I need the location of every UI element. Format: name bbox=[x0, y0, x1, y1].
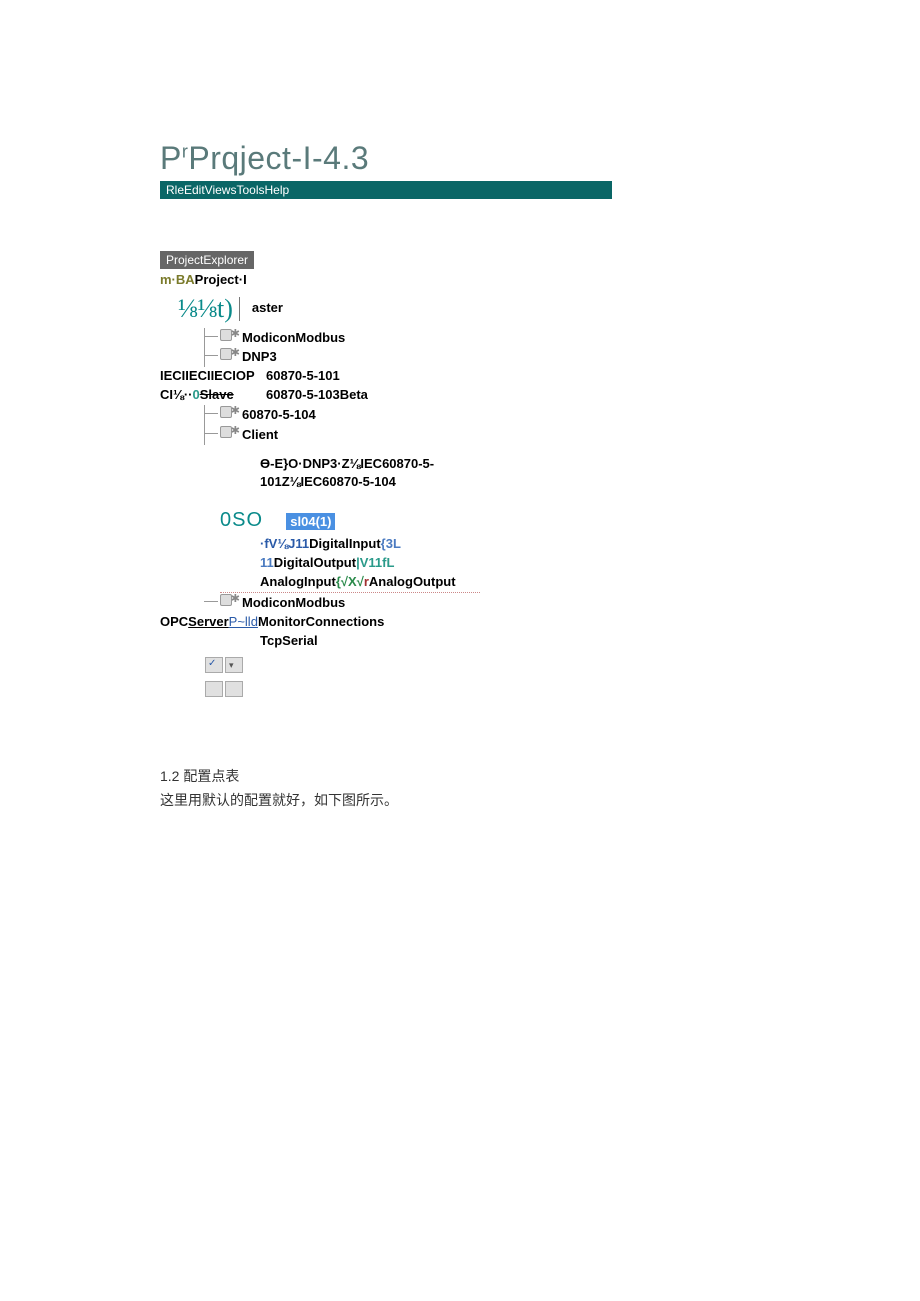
ai-suf: {√X√ bbox=[336, 574, 364, 589]
opc-b: Server bbox=[188, 614, 228, 629]
analog-input-row[interactable]: AnalogInput{√X√rAnalogOutput bbox=[260, 573, 420, 592]
do-suf: |V11fL bbox=[356, 555, 394, 570]
opc-link: P~lld bbox=[229, 614, 258, 629]
sl04-highlight: sl04(1) bbox=[286, 513, 335, 530]
tcp-label: TcpSerial bbox=[260, 633, 318, 648]
ai: AnalogInput bbox=[260, 574, 336, 589]
opc-server-row[interactable]: OPCServerP~lldMonitorConnections bbox=[160, 613, 360, 632]
opc-a: OPC bbox=[160, 614, 188, 629]
box-icon[interactable] bbox=[205, 681, 223, 697]
iec-left: IECIIECIIECIOP bbox=[160, 367, 266, 386]
oso-label: 0SO bbox=[220, 509, 263, 531]
project-tree: m·BAProject·I ⅛⅛t) aster ModiconModbus D… bbox=[160, 271, 760, 704]
di-suf2: L bbox=[393, 536, 401, 551]
dnp3-label: DNP3 bbox=[242, 349, 277, 364]
iec-104: 60870-5-104 bbox=[242, 407, 316, 422]
do-pre: 11 bbox=[260, 555, 274, 570]
box-icon[interactable] bbox=[225, 681, 243, 697]
tree-item-iec-103[interactable]: CI⅛··0Slave 60870-5-103Beta bbox=[160, 386, 760, 405]
gear-icon bbox=[220, 347, 238, 361]
gear-icon bbox=[220, 593, 238, 607]
di-pre: ·fV⅛J11 bbox=[260, 536, 309, 551]
tree-item-modicon-2[interactable]: ModiconModbus bbox=[220, 592, 480, 613]
root-accent: BA bbox=[176, 271, 195, 290]
title-rest: Prqject-I-4.3 bbox=[188, 140, 369, 176]
master-label: aster bbox=[252, 299, 283, 318]
tree-root[interactable]: m·BAProject·I bbox=[160, 271, 760, 290]
section-heading: 1.2 配置点表 bbox=[160, 764, 760, 789]
gear-icon bbox=[220, 328, 238, 342]
root-pre: m· bbox=[160, 271, 176, 290]
project-explorer-label: ProjectExplorer bbox=[160, 251, 254, 269]
gear-icon bbox=[220, 405, 238, 419]
client-label: Client bbox=[242, 427, 278, 442]
toolbar-icons bbox=[160, 656, 760, 704]
theta-line: Ɵ-E}O·DNP3·Z⅛IEC60870-5-101Z⅛IEC60870-5-… bbox=[160, 455, 450, 493]
gear-icon bbox=[220, 425, 238, 439]
frac-label: ⅛⅛t) bbox=[178, 290, 233, 328]
root-name: Project·I bbox=[195, 271, 247, 290]
oso-row[interactable]: 0SO sl04(1) bbox=[160, 506, 760, 535]
tree-master-row[interactable]: ⅛⅛t) aster bbox=[160, 290, 760, 328]
tree-item-iec-101[interactable]: IECIIECIIECIOP 60870-5-101 bbox=[160, 367, 760, 386]
ci-c: Slave bbox=[200, 387, 234, 402]
menubar[interactable]: RleEditViewsToolsHelp bbox=[160, 181, 612, 199]
check-icon[interactable] bbox=[205, 657, 223, 673]
tree-item-dnp3[interactable]: DNP3 bbox=[220, 347, 480, 367]
ci-b: 0 bbox=[193, 387, 200, 402]
digital-output-row[interactable]: 11DigitalOutput|V11fL bbox=[260, 554, 420, 573]
tree-item-iec-104[interactable]: 60870-5-104 bbox=[220, 405, 480, 425]
digital-input-row[interactable]: ·fV⅛J11DigitalInput{3L bbox=[260, 535, 420, 554]
di-suf: {3 bbox=[381, 536, 393, 551]
do: DigitalOutput bbox=[274, 555, 356, 570]
opc-c: MonitorConnections bbox=[258, 614, 384, 629]
io-block: ·fV⅛J11DigitalInput{3L 11DigitalOutput|V… bbox=[160, 535, 420, 592]
app-title: PrPrqject-I-4.3 bbox=[160, 140, 760, 177]
tree-divider bbox=[239, 297, 244, 321]
tcp-serial-row[interactable]: TcpSerial bbox=[160, 632, 760, 651]
section-body: 这里用默认的配置就好，如下图所示。 bbox=[160, 789, 760, 814]
tree-item-modicon-modbus[interactable]: ModiconModbus bbox=[220, 328, 480, 348]
modicon-label: ModiconModbus bbox=[242, 330, 345, 345]
di: DigitalInput bbox=[309, 536, 381, 551]
tree-item-client[interactable]: Client bbox=[220, 425, 480, 445]
title-prefix: P bbox=[160, 140, 182, 176]
monitor-icon[interactable] bbox=[225, 657, 243, 673]
ao: AnalogOutput bbox=[369, 574, 456, 589]
ci-a: CI⅛·· bbox=[160, 387, 193, 402]
iec-101: 60870-5-101 bbox=[266, 367, 340, 386]
modicon2-label: ModiconModbus bbox=[242, 595, 345, 610]
iec-103: 60870-5-103Beta bbox=[266, 386, 368, 405]
